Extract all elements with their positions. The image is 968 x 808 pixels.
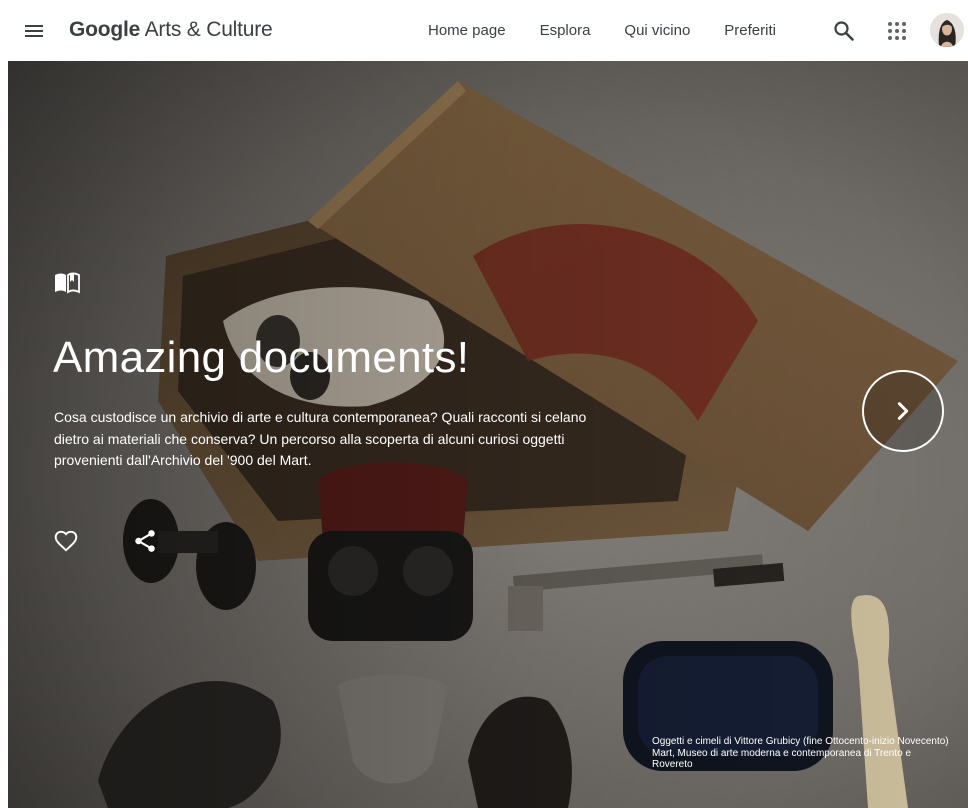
- nav-home[interactable]: Home page: [428, 22, 506, 39]
- search-icon[interactable]: [832, 19, 856, 43]
- heart-outline-icon[interactable]: [53, 528, 79, 554]
- logo-brand: Google: [69, 18, 141, 41]
- menu-icon[interactable]: [22, 19, 48, 43]
- nav-explore[interactable]: Esplora: [540, 22, 591, 39]
- top-app-bar: Google Arts & Culture Home page Esplora …: [0, 0, 968, 61]
- google-arts-culture-logo[interactable]: Google Arts & Culture: [69, 18, 273, 42]
- hero-banner[interactable]: Amazing documents! Cosa custodisce un ar…: [8, 61, 968, 808]
- chevron-right-icon: [897, 402, 909, 420]
- nav-nearby[interactable]: Qui vicino: [624, 22, 690, 39]
- nav-favorites[interactable]: Preferiti: [724, 22, 776, 39]
- hero-description: Cosa custodisce un archivio di arte e cu…: [54, 409, 587, 468]
- open-book-icon: [54, 272, 80, 294]
- main-nav: Home page Esplora Qui vicino Preferiti: [410, 0, 776, 61]
- caption-title: Oggetti e cimeli di Vittore Grubicy (fin…: [652, 736, 949, 747]
- hero-title: Amazing documents!: [53, 333, 470, 382]
- image-caption: Oggetti e cimeli di Vittore Grubicy (fin…: [652, 736, 952, 771]
- apps-grid-icon[interactable]: [885, 19, 909, 43]
- share-icon[interactable]: [132, 528, 158, 554]
- caption-source: Mart, Museo di arte moderna e contempora…: [652, 747, 912, 771]
- user-avatar[interactable]: [930, 13, 964, 47]
- next-slide-button[interactable]: [862, 370, 944, 452]
- logo-rest: Arts & Culture: [140, 18, 273, 41]
